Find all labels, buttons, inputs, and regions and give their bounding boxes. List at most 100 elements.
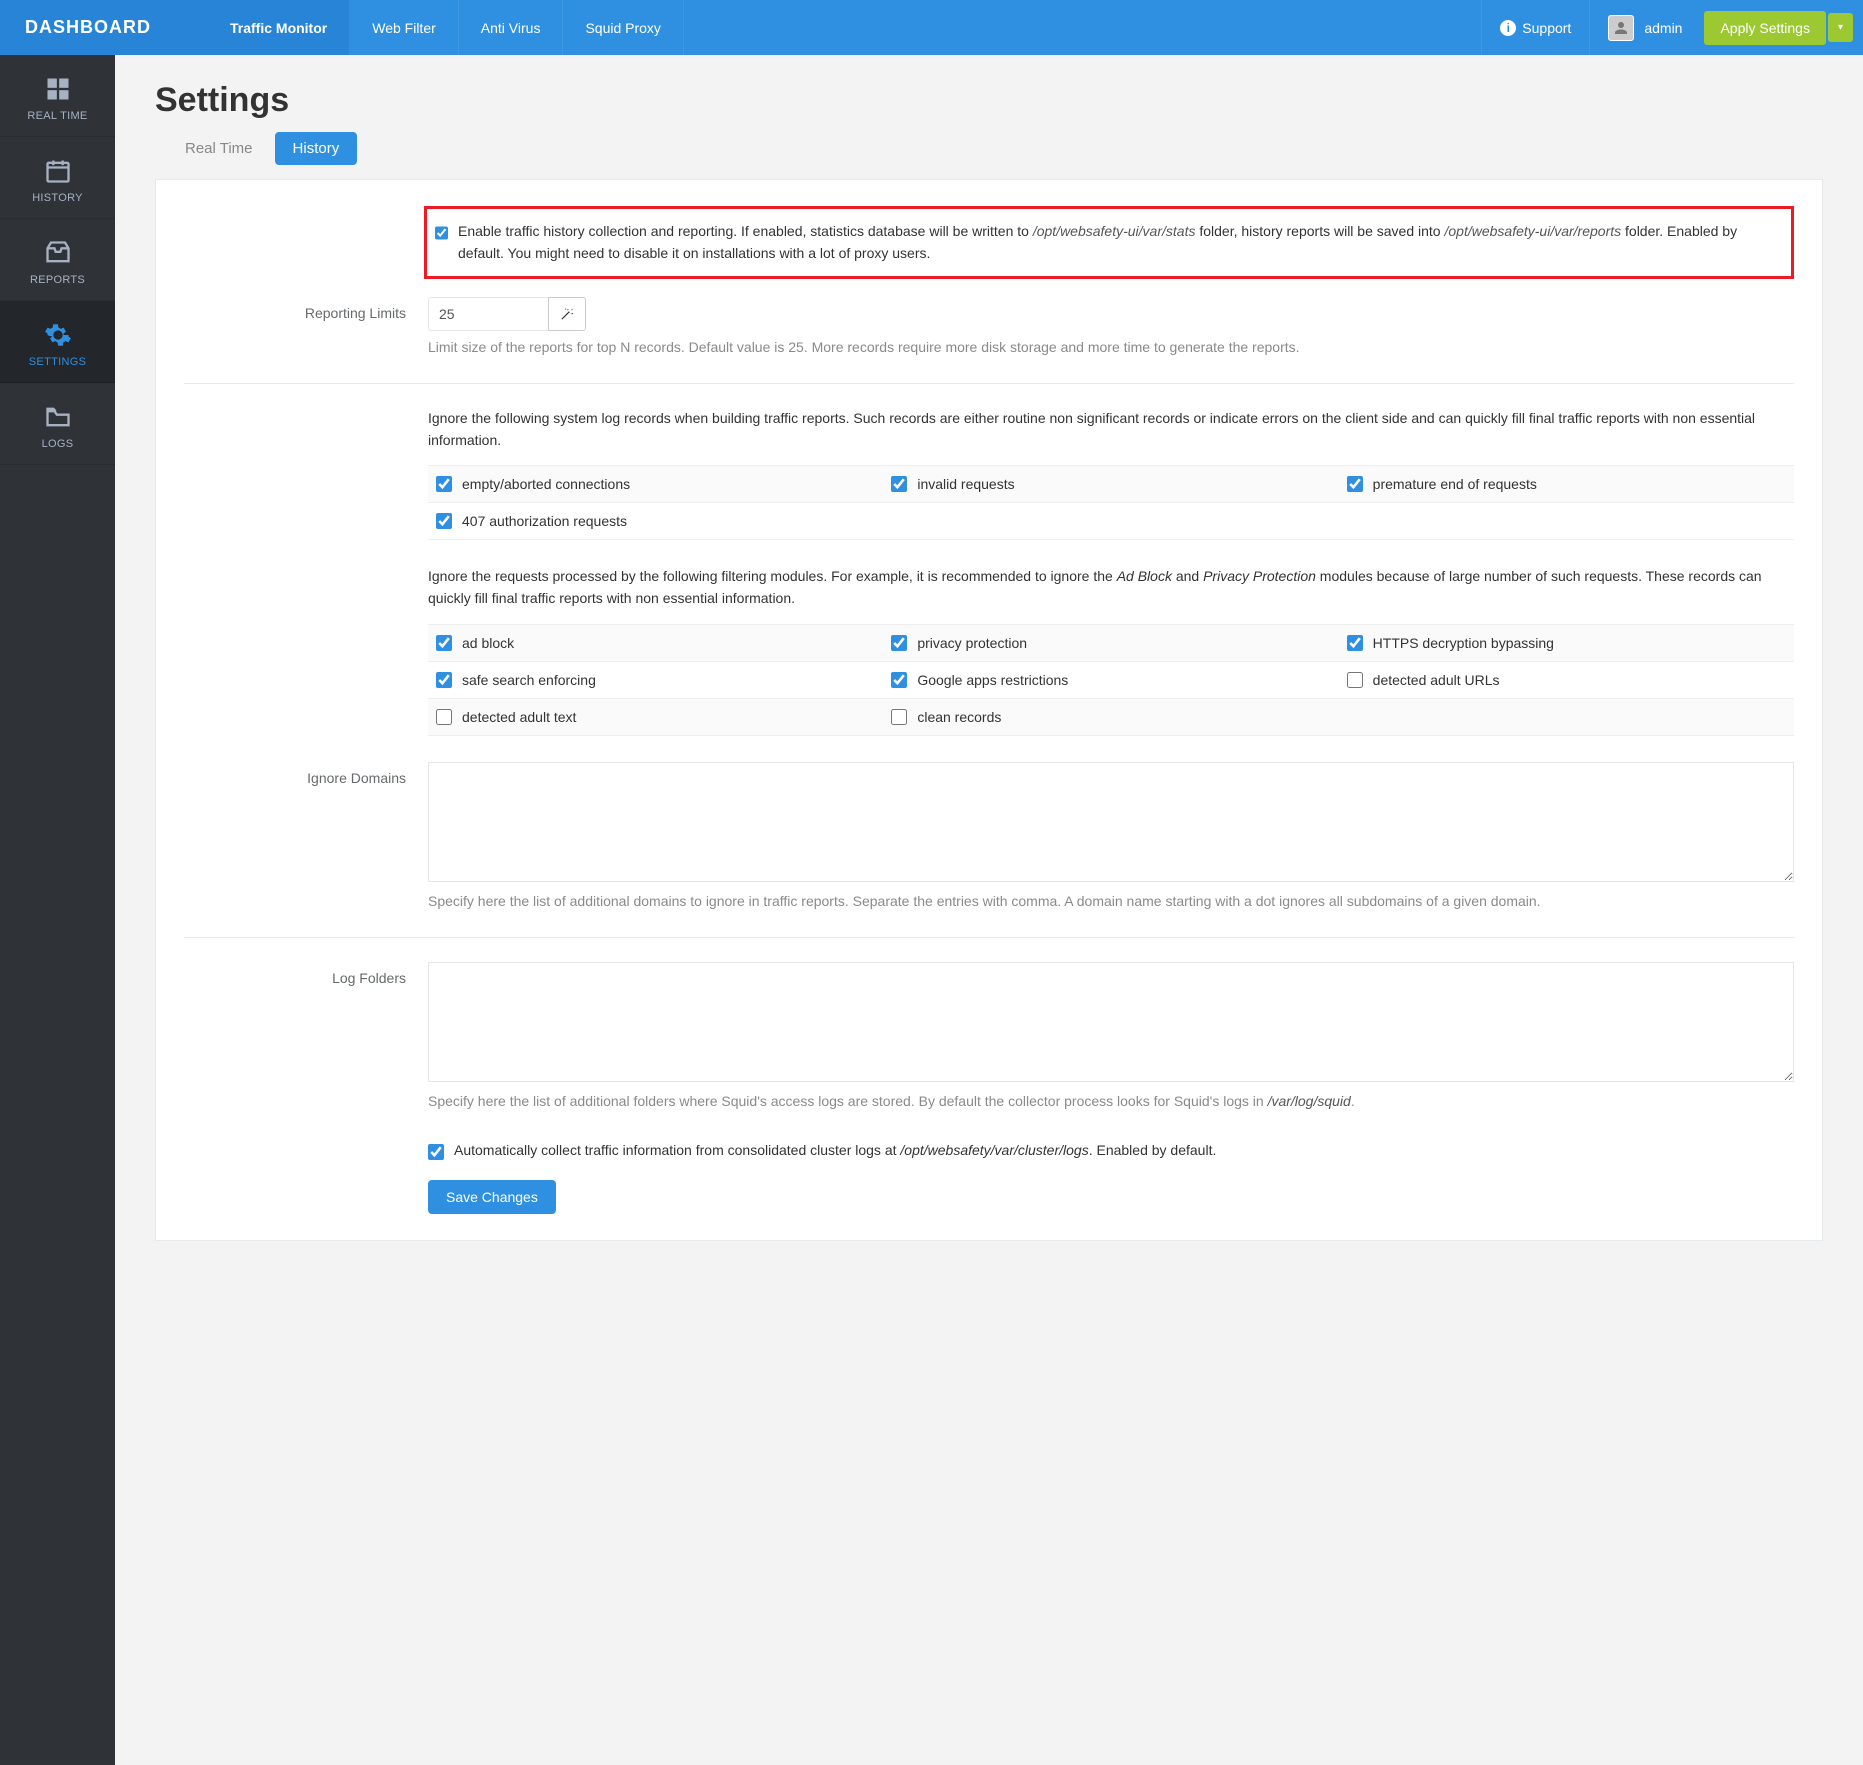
checkbox-cell-google-apps-restrictions: Google apps restrictions [883,662,1338,699]
checkbox-label: privacy protection [917,635,1027,651]
settings-panel: Enable traffic history collection and re… [155,179,1823,1241]
apply-settings-button[interactable]: Apply Settings [1704,11,1826,45]
sidebar-item-real-time[interactable]: REAL TIME [0,55,115,137]
page-tab-real-time[interactable]: Real Time [167,132,271,165]
save-changes-button[interactable]: Save Changes [428,1180,556,1214]
top-tab-web-filter[interactable]: Web Filter [350,0,459,55]
sidebar-item-label: REAL TIME [0,110,115,122]
checkbox-detected-adult-text[interactable] [436,709,452,725]
magic-wand-icon [560,307,574,321]
checkbox-cell-detected-adult-text: detected adult text [428,699,883,736]
checkbox-ad-block[interactable] [436,635,452,651]
ignore-domains-label: Ignore Domains [184,762,428,913]
info-icon: i [1500,20,1516,36]
checkbox-cell-https-decryption-bypassing: HTTPS decryption bypassing [1339,625,1794,662]
auto-collect-row: Automatically collect traffic informatio… [428,1140,1794,1162]
checkbox-https-decryption-bypassing[interactable] [1347,635,1363,651]
sidebar-item-reports[interactable]: REPORTS [0,219,115,301]
support-label: Support [1522,20,1571,36]
empty-cell [1339,503,1794,540]
checkbox-label: ad block [462,635,514,651]
top-navbar: DASHBOARD Traffic MonitorWeb FilterAnti … [0,0,1863,55]
checkbox-cell-detected-adult-urls: detected adult URLs [1339,662,1794,699]
sidebar: REAL TIME HISTORY REPORTS SETTINGS LOGS [0,55,115,1765]
checkbox-label: Google apps restrictions [917,672,1068,688]
ignore-modules-grid: ad block privacy protection HTTPS decrypti… [428,624,1794,736]
page-tab-history[interactable]: History [275,132,358,165]
support-link[interactable]: i Support [1481,0,1589,55]
empty-cell [883,503,1338,540]
checkbox-cell-407-authorization-requests: 407 authorization requests [428,503,883,540]
checkbox-invalid-requests[interactable] [891,476,907,492]
apply-settings-wrap: Apply Settings ▾ [1700,0,1863,55]
top-tab-anti-virus[interactable]: Anti Virus [459,0,564,55]
top-tab-traffic-monitor[interactable]: Traffic Monitor [208,0,350,55]
log-folders-label: Log Folders [184,962,428,1113]
enable-history-text: Enable traffic history collection and re… [458,221,1777,264]
checkbox-cell-ad-block: ad block [428,625,883,662]
checkbox-label: empty/aborted connections [462,476,630,492]
checkbox-label: invalid requests [917,476,1014,492]
sidebar-item-label: HISTORY [0,192,115,204]
auto-collect-checkbox[interactable] [428,1144,444,1160]
reporting-limits-label: Reporting Limits [184,297,428,359]
reporting-limits-help: Limit size of the reports for top N reco… [428,337,1794,359]
navbar-right: i Support admin Apply Settings ▾ [1481,0,1863,55]
sidebar-item-history[interactable]: HISTORY [0,137,115,219]
enable-history-checkbox[interactable] [435,225,448,241]
checkbox-label: clean records [917,709,1001,725]
checkbox-label: detected adult text [462,709,576,725]
ignore-modules-intro: Ignore the requests processed by the fol… [428,566,1794,609]
apply-settings-dropdown[interactable]: ▾ [1828,13,1853,42]
main-content: Settings Real TimeHistory Enable traffic… [115,55,1863,1765]
sidebar-item-logs[interactable]: LOGS [0,383,115,465]
page-tabs: Real TimeHistory [155,132,1823,165]
top-tabs: Traffic MonitorWeb FilterAnti VirusSquid… [208,0,684,55]
user-menu[interactable]: admin [1589,0,1700,55]
sidebar-item-label: SETTINGS [0,356,115,368]
sidebar-item-settings[interactable]: SETTINGS [0,301,115,383]
checkbox-label: HTTPS decryption bypassing [1373,635,1554,651]
ignore-syslog-grid: empty/aborted connections invalid request… [428,465,1794,540]
checkbox-google-apps-restrictions[interactable] [891,672,907,688]
reporting-limits-row: Reporting Limits Limit size of the repor… [184,297,1794,359]
ignore-syslog-intro: Ignore the following system log records … [428,408,1794,451]
checkbox-cell-safe-search-enforcing: safe search enforcing [428,662,883,699]
checkbox-cell-clean-records: clean records [883,699,1338,736]
ignore-domains-textarea[interactable] [428,762,1794,882]
ignore-domains-row: Ignore Domains Specify here the list of … [184,762,1794,913]
checkbox-407-authorization-requests[interactable] [436,513,452,529]
checkbox-label: premature end of requests [1373,476,1537,492]
enable-history-box: Enable traffic history collection and re… [424,206,1794,279]
log-folders-textarea[interactable] [428,962,1794,1082]
checkbox-detected-adult-urls[interactable] [1347,672,1363,688]
calendar-icon [0,157,115,185]
checkbox-cell-privacy-protection: privacy protection [883,625,1338,662]
checkbox-cell-invalid-requests: invalid requests [883,466,1338,503]
checkbox-premature-end-of-requests[interactable] [1347,476,1363,492]
sidebar-item-label: REPORTS [0,274,115,286]
checkbox-cell-premature-end-of-requests: premature end of requests [1339,466,1794,503]
inbox-icon [0,239,115,267]
sidebar-item-label: LOGS [0,438,115,450]
checkbox-privacy-protection[interactable] [891,635,907,651]
top-tab-squid-proxy[interactable]: Squid Proxy [563,0,683,55]
checkbox-label: 407 authorization requests [462,513,627,529]
log-folders-help: Specify here the list of additional fold… [428,1091,1794,1113]
divider [184,937,1794,938]
grid-icon [0,75,115,103]
reporting-limits-input[interactable] [428,297,548,331]
reporting-limits-wand-button[interactable] [548,297,586,331]
checkbox-safe-search-enforcing[interactable] [436,672,452,688]
divider [184,383,1794,384]
brand-logo[interactable]: DASHBOARD [0,0,208,55]
log-folders-row: Log Folders Specify here the list of add… [184,962,1794,1113]
folder-icon [0,403,115,431]
checkbox-cell-empty-aborted-connections: empty/aborted connections [428,466,883,503]
checkbox-empty-aborted-connections[interactable] [436,476,452,492]
auto-collect-text: Automatically collect traffic informatio… [454,1140,1216,1162]
user-name: admin [1644,20,1682,36]
ignore-domains-help: Specify here the list of additional doma… [428,891,1794,913]
checkbox-clean-records[interactable] [891,709,907,725]
empty-cell [1339,699,1794,736]
